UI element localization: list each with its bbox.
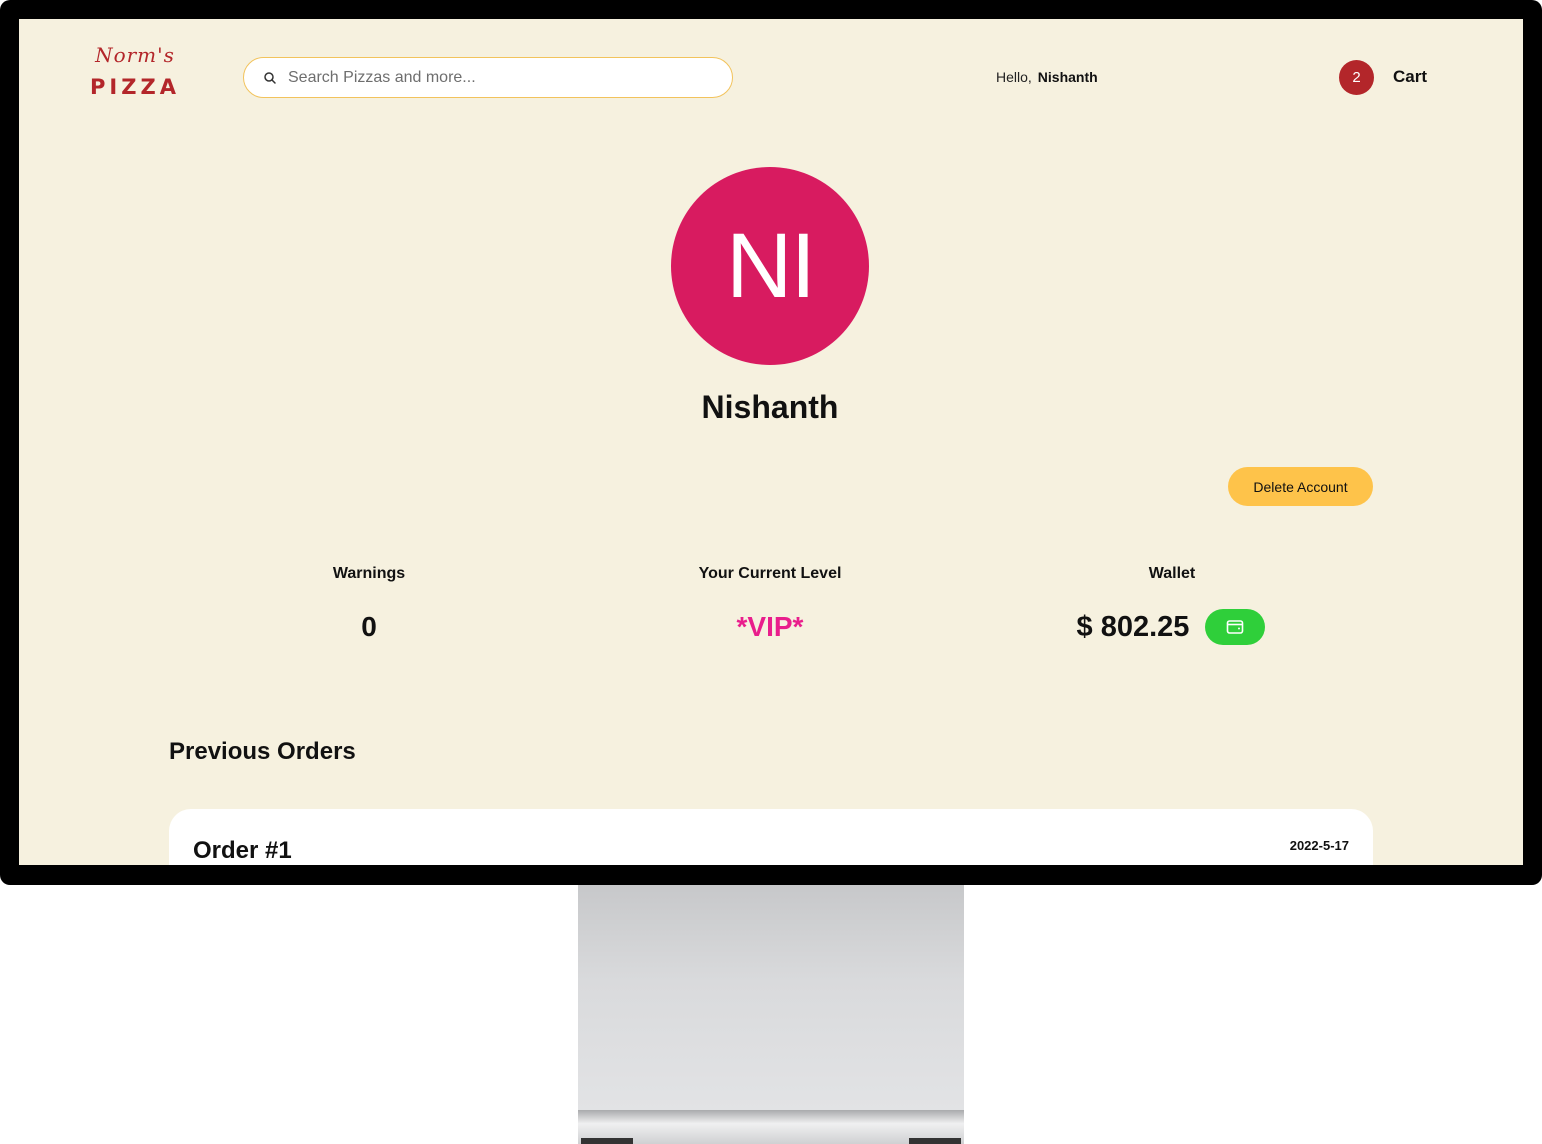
monitor-stand-base: [578, 1110, 964, 1144]
profile-name: Nishanth: [701, 389, 839, 425]
warnings-value: 0: [361, 611, 377, 642]
greeting-name: Nishanth: [1037, 69, 1098, 85]
monitor-foot-right: [909, 1138, 961, 1144]
previous-orders-title: Previous Orders: [169, 738, 356, 765]
wallet-label: Wallet: [1148, 565, 1196, 582]
order-card[interactable]: Order #1 2022-5-17: [169, 809, 1373, 865]
monitor-stand-neck: [578, 885, 964, 1125]
order-title: Order #1: [193, 837, 292, 864]
search-bar[interactable]: [243, 57, 733, 98]
app-screen: Norm's PIZZA Hello, Nishanth 2 Cart NI Ni…: [19, 19, 1523, 865]
monitor-frame: Norm's PIZZA Hello, Nishanth 2 Cart NI Ni…: [0, 0, 1542, 885]
monitor-foot-left: [581, 1138, 633, 1144]
greeting-prefix: Hello,: [996, 69, 1032, 85]
delete-account-button[interactable]: Delete Account: [1228, 467, 1373, 506]
cart-link[interactable]: Cart: [1393, 67, 1427, 87]
level-value: *VIP*: [736, 611, 804, 642]
search-icon: [264, 71, 276, 84]
wallet-amount: $ 802.25: [1076, 610, 1190, 643]
logo-script: Norm's: [95, 43, 175, 67]
wallet-row: $ 802.25: [1019, 609, 1323, 645]
logo[interactable]: Norm's PIZZA: [79, 43, 191, 99]
greeting: Hello, Nishanth: [996, 69, 1098, 85]
wallet-button[interactable]: [1205, 609, 1266, 645]
order-date: 2022-5-17: [1289, 838, 1349, 853]
search-input[interactable]: [288, 68, 708, 87]
wallet-icon: [1227, 620, 1244, 634]
avatar: NI: [671, 167, 869, 365]
level-label: Your Current Level: [698, 565, 842, 582]
cart-count-badge[interactable]: 2: [1339, 60, 1374, 95]
logo-main: PIZZA: [90, 75, 180, 99]
warnings-label: Warnings: [332, 565, 406, 582]
